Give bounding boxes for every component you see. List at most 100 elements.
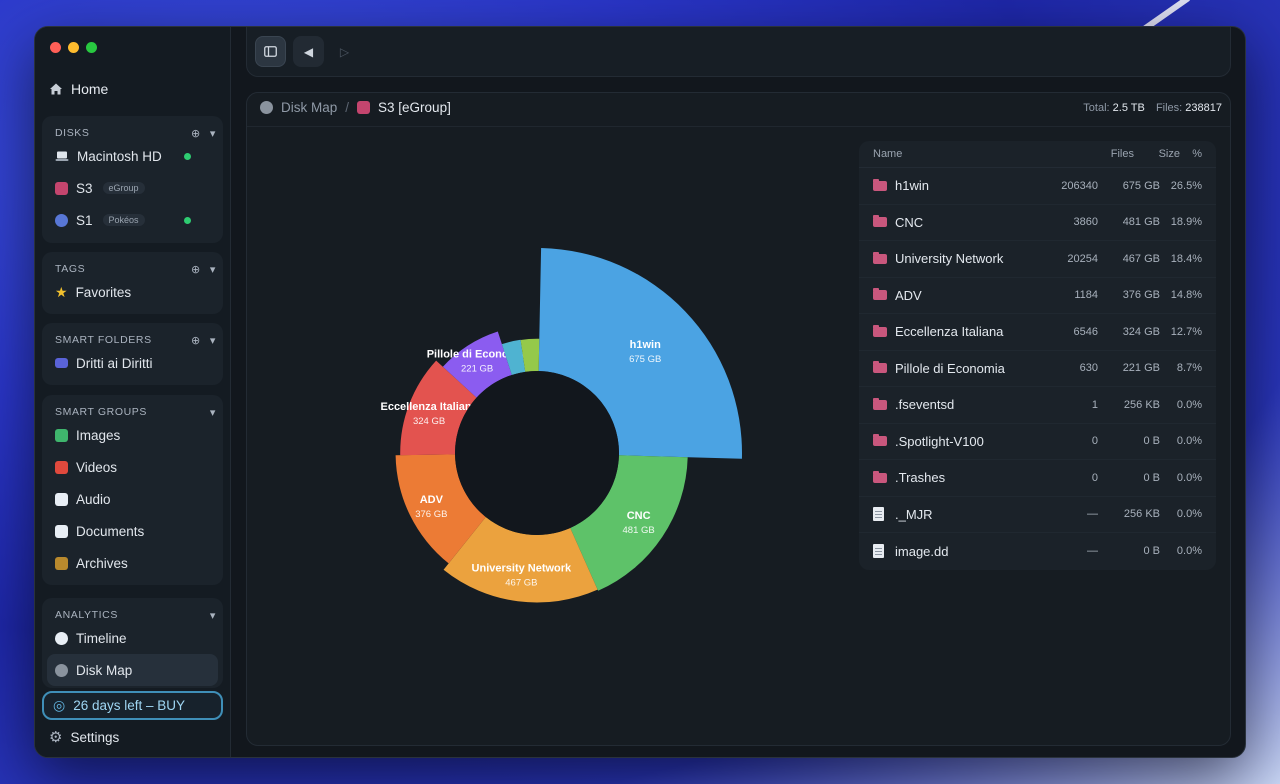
chevron-down-icon[interactable]: ▾ bbox=[210, 334, 216, 347]
row-files: — bbox=[1087, 508, 1098, 521]
column-name[interactable]: Name bbox=[873, 148, 1064, 160]
row-percent: 26.5% bbox=[1170, 179, 1202, 192]
document-icon bbox=[55, 524, 68, 538]
folder-icon bbox=[55, 358, 68, 368]
toggle-sidebar-button[interactable] bbox=[255, 36, 286, 67]
folder-icon bbox=[873, 324, 887, 337]
sidebar-item-label: Archives bbox=[76, 555, 128, 571]
table-row[interactable]: Eccellenza Italiana 6546 324 GB 12.7% bbox=[859, 314, 1216, 351]
table-row[interactable]: CNC 3860 481 GB 18.9% bbox=[859, 205, 1216, 241]
sidebar: Home DISKS ⊕ ▾ Macintosh HD S3 eGroup S1 … bbox=[35, 27, 231, 757]
sidebar-item-label: Macintosh HD bbox=[77, 148, 162, 164]
sidebar-item-macintosh-hd[interactable]: Macintosh HD bbox=[42, 140, 223, 172]
sidebar-item-favorites[interactable]: ★ Favorites bbox=[42, 276, 223, 308]
section-title: DISKS bbox=[55, 127, 90, 139]
chevron-down-icon[interactable]: ▾ bbox=[210, 406, 216, 419]
row-percent: 12.7% bbox=[1170, 325, 1202, 338]
sidebar-item-home[interactable]: Home bbox=[49, 81, 108, 97]
sidebar-item-disk-map[interactable]: Disk Map bbox=[47, 654, 218, 686]
table-row[interactable]: h1win 206340 675 GB 26.5% bbox=[859, 168, 1216, 205]
column-size[interactable]: Size bbox=[1134, 148, 1180, 160]
row-files: 6546 bbox=[1073, 325, 1098, 338]
chevron-down-icon[interactable]: ▾ bbox=[210, 127, 216, 140]
sidebar-item-settings[interactable]: ⚙ Settings bbox=[49, 728, 119, 746]
column-files[interactable]: Files bbox=[1064, 148, 1134, 160]
row-size: 0 B bbox=[1143, 545, 1160, 558]
sidebar-item-label: Dritti ai Diritti bbox=[76, 355, 153, 371]
breadcrumb: Disk Map / S3 [eGroup] bbox=[260, 100, 451, 115]
chevron-down-icon[interactable]: ▾ bbox=[210, 609, 216, 622]
back-button[interactable]: ◀ bbox=[293, 36, 324, 67]
row-size: 376 GB bbox=[1122, 289, 1160, 302]
row-name: Eccellenza Italiana bbox=[895, 324, 1004, 340]
row-name-cell: image.dd bbox=[873, 544, 1028, 559]
add-icon[interactable]: ⊕ bbox=[191, 334, 201, 347]
buy-label: 26 days left – BUY bbox=[73, 698, 186, 713]
minimize-window-button[interactable] bbox=[68, 42, 79, 53]
row-files: 1184 bbox=[1074, 289, 1098, 302]
add-icon[interactable]: ⊕ bbox=[191, 127, 201, 140]
chart-center[interactable] bbox=[455, 371, 619, 535]
files-value: 238817 bbox=[1185, 102, 1222, 114]
sidebar-item-documents[interactable]: Documents bbox=[42, 515, 223, 547]
smart-groups-section: SMART GROUPS ▾ Images Videos Audio Docum… bbox=[42, 395, 223, 585]
table-row[interactable]: Pillole di Economia 630 221 GB 8.7% bbox=[859, 351, 1216, 387]
row-name-cell: .fseventsd bbox=[873, 397, 1028, 412]
row-name-cell: ._MJR bbox=[873, 507, 1028, 522]
disk-tag: Pokéos bbox=[102, 214, 145, 226]
sidebar-item-videos[interactable]: Videos bbox=[42, 451, 223, 483]
table-row[interactable]: .Spotlight-V100 0 0 B 0.0% bbox=[859, 424, 1216, 460]
table-row[interactable]: ._MJR — 256 KB 0.0% bbox=[859, 497, 1216, 533]
buy-button[interactable]: ◎ 26 days left – BUY bbox=[42, 691, 223, 720]
tags-section: TAGS ⊕ ▾ ★ Favorites bbox=[42, 252, 223, 314]
add-icon[interactable]: ⊕ bbox=[191, 263, 201, 276]
row-files: 20254 bbox=[1067, 252, 1098, 265]
row-size: 221 GB bbox=[1122, 362, 1160, 375]
chevron-right-icon: ▷ bbox=[339, 44, 350, 59]
sidebar-item-images[interactable]: Images bbox=[42, 419, 223, 451]
disk-map-panel: Disk Map / S3 [eGroup] Total: 2.5 TB Fil… bbox=[246, 92, 1231, 746]
table-row[interactable]: University Network 20254 467 GB 18.4% bbox=[859, 241, 1216, 278]
segment-label: CNC bbox=[627, 510, 651, 522]
analytics-section: ANALYTICS ▾ Timeline Disk Map bbox=[42, 598, 223, 688]
sunburst-chart[interactable]: h1win 675 GB CNC 481 GB University Network 46… bbox=[337, 243, 777, 683]
breadcrumb-root[interactable]: Disk Map bbox=[281, 100, 337, 115]
sidebar-item-label: Documents bbox=[76, 523, 145, 539]
sidebar-item-timeline[interactable]: Timeline bbox=[42, 622, 223, 654]
zoom-window-button[interactable] bbox=[86, 42, 97, 53]
breadcrumb-current: S3 [eGroup] bbox=[378, 100, 451, 115]
sidebar-item-s1[interactable]: S1 Pokéos bbox=[42, 204, 223, 236]
row-percent: 18.4% bbox=[1170, 252, 1202, 265]
forward-button[interactable]: ▷ bbox=[329, 36, 360, 67]
sidebar-item-label: Home bbox=[71, 81, 109, 97]
row-size: 0 B bbox=[1143, 471, 1160, 484]
row-files: 1 bbox=[1091, 398, 1098, 411]
table-row[interactable]: .fseventsd 1 256 KB 0.0% bbox=[859, 387, 1216, 424]
column-percent[interactable]: % bbox=[1180, 148, 1202, 160]
sidebar-item-dritti-ai-diritti[interactable]: Dritti ai Diritti bbox=[42, 347, 223, 379]
table-row[interactable]: image.dd — 0 B 0.0% bbox=[859, 533, 1216, 570]
table-row[interactable]: ADV 1184 376 GB 14.8% bbox=[859, 278, 1216, 314]
laptop-icon bbox=[55, 151, 69, 161]
sidebar-item-archives[interactable]: Archives bbox=[42, 547, 223, 579]
sidebar-item-s3[interactable]: S3 eGroup bbox=[42, 172, 223, 204]
segment-label: ADV bbox=[420, 494, 444, 506]
chevron-down-icon[interactable]: ▾ bbox=[210, 263, 216, 276]
online-status-dot bbox=[184, 216, 191, 224]
total-label: Total: bbox=[1083, 102, 1110, 114]
table-row[interactable]: .Trashes 0 0 B 0.0% bbox=[859, 460, 1216, 497]
section-title: SMART GROUPS bbox=[55, 406, 147, 418]
close-window-button[interactable] bbox=[50, 42, 61, 53]
folder-icon bbox=[873, 288, 887, 301]
row-name: .Spotlight-V100 bbox=[895, 433, 984, 449]
files-table: Name Files Size % h1win 206340 675 GB 26.5%… bbox=[859, 141, 1216, 570]
sidebar-item-label: Audio bbox=[76, 491, 111, 507]
row-name-cell: University Network bbox=[873, 251, 1028, 266]
row-name-cell: Eccellenza Italiana bbox=[873, 324, 1028, 339]
video-icon bbox=[55, 460, 68, 474]
row-percent: 0.0% bbox=[1176, 435, 1202, 448]
table-header: Name Files Size % bbox=[859, 141, 1216, 168]
sidebar-item-audio[interactable]: Audio bbox=[42, 483, 223, 515]
disks-section: DISKS ⊕ ▾ Macintosh HD S3 eGroup S1 Pokéo… bbox=[42, 116, 223, 243]
row-name: .fseventsd bbox=[895, 397, 955, 413]
